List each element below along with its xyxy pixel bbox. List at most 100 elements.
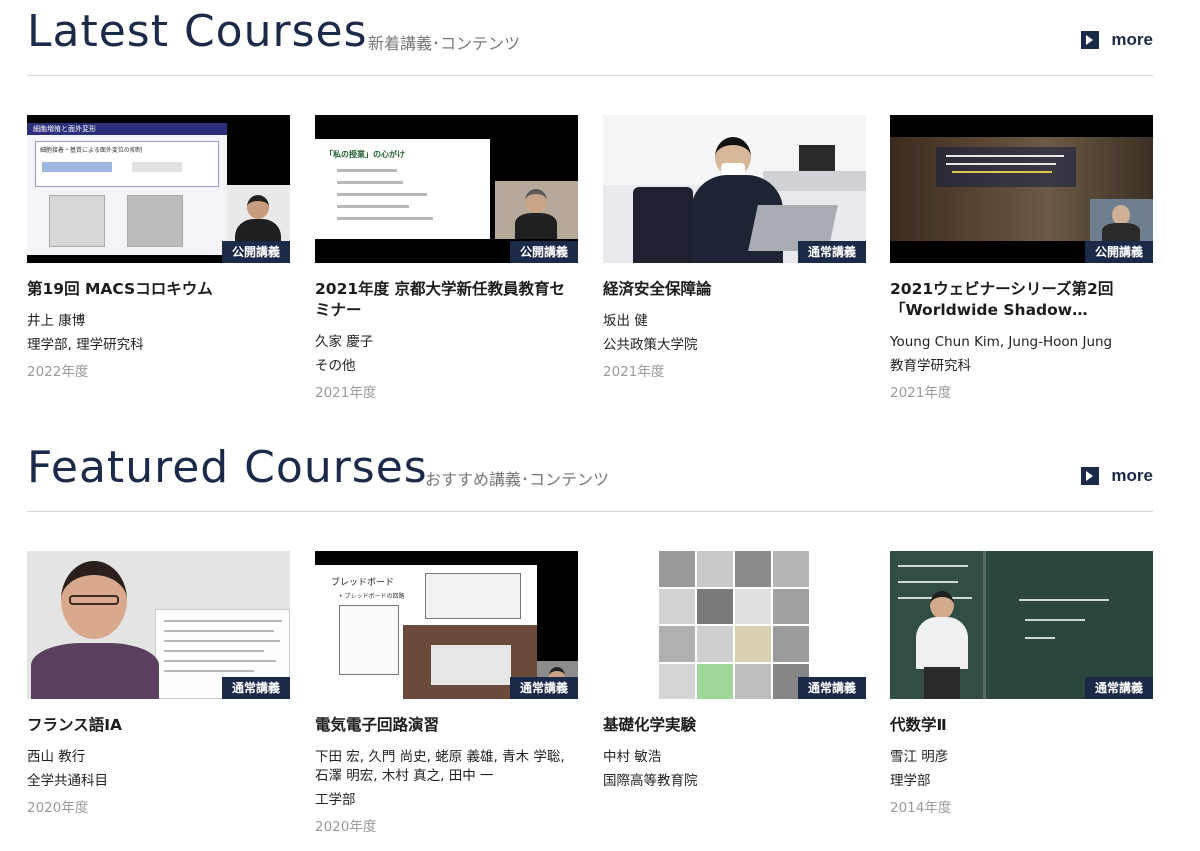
featured-courses-subtitle: おすすめ講義･コンテンツ	[425, 470, 610, 489]
course-card[interactable]: ブレッドボード • ブレッドボードの回路 通常講義 電気電子回路演習 下田 宏,…	[315, 551, 578, 837]
chalk-line	[1025, 637, 1055, 639]
slide-text-line	[164, 650, 264, 652]
slide-text-line	[164, 670, 254, 672]
circuit-diagram	[339, 605, 399, 675]
course-title[interactable]: 経済安全保障論	[603, 279, 866, 300]
speaker-body	[31, 643, 159, 699]
course-department: 公共政策大学院	[603, 337, 698, 353]
course-card[interactable]: 通常講義 フランス語ⅠA 西山 教行 全学共通科目 2020年度	[27, 551, 290, 818]
course-title[interactable]: 電気電子回路演習	[315, 715, 578, 736]
latest-courses-title: Latest Courses	[27, 6, 368, 57]
simulation-image	[49, 195, 105, 247]
course-lecturer: 雪江 明彦	[890, 749, 949, 765]
slide-box-text: 細胞接着・基質による面外変位の抑制	[40, 147, 142, 154]
course-card[interactable]: 「私の授業」の心がけ 公開講義 2021年度 京都大学新任教員教育セミナー 久家…	[315, 115, 578, 403]
glasses	[69, 595, 119, 605]
course-thumbnail[interactable]: 通常講義	[890, 551, 1153, 699]
course-title[interactable]: 2021ウェビナーシリーズ第2回「Worldwide Shadow Educat…	[890, 279, 1153, 321]
course-thumbnail[interactable]: 通常講義	[603, 115, 866, 263]
speaker-head	[525, 189, 547, 213]
course-lecturer: 坂出 健	[603, 313, 648, 329]
slide-bullet	[337, 169, 397, 172]
course-year: 2020年度	[27, 800, 89, 816]
course-type-badge: 通常講義	[221, 677, 290, 699]
breadboard-diagram	[425, 573, 521, 619]
course-thumbnail[interactable]: ブレッドボード • ブレッドボードの回路 通常講義	[315, 551, 578, 699]
slide-bullet	[337, 217, 433, 220]
speaker-video	[1090, 199, 1153, 241]
slide-heading: 細胞増殖と面外変形	[27, 123, 227, 135]
course-lecturer: 中村 敏浩	[603, 749, 662, 765]
experiment-photo-grid	[659, 551, 809, 699]
lecture-slide: ブレッドボード • ブレッドボードの回路	[315, 565, 537, 699]
course-type-badge: 公開講義	[509, 241, 578, 263]
lecturer-head	[930, 591, 954, 619]
course-title[interactable]: フランス語ⅠA	[27, 715, 290, 736]
slide-bullet	[337, 181, 403, 184]
course-card[interactable]: 通常講義 基礎化学実験 中村 敏浩 国際高等教育院	[603, 551, 866, 799]
face-mask	[721, 163, 745, 175]
latest-more-link[interactable]: more	[1081, 30, 1153, 50]
featured-courses-section: Featured Courses おすすめ講義･コンテンツ more 通常講義 …	[27, 436, 1153, 835]
course-type-badge: 通常講義	[797, 241, 866, 263]
desk	[763, 171, 866, 191]
course-thumbnail[interactable]: 通常講義	[603, 551, 866, 699]
latest-courses-section: Latest Courses 新着講義･コンテンツ more 細胞増殖と面外変形…	[27, 0, 1153, 401]
chair	[633, 187, 693, 263]
course-department: 教育学研究科	[890, 358, 971, 374]
course-year: 2014年度	[890, 800, 952, 816]
chalk-line	[898, 565, 968, 567]
course-year: 2021年度	[315, 385, 377, 401]
course-year: 2021年度	[603, 364, 665, 380]
course-lecturer: 久家 慶子	[315, 334, 374, 350]
slide-text-line	[164, 630, 274, 632]
course-card[interactable]: 細胞増殖と面外変形 細胞接着・基質による面外変位の抑制 公開講義 第19回 MA…	[27, 115, 290, 382]
course-card[interactable]: 通常講義 代数学Ⅱ 雪江 明彦 理学部 2014年度	[890, 551, 1153, 818]
course-type-badge: 通常講義	[797, 677, 866, 699]
course-title[interactable]: 2021年度 京都大学新任教員教育セミナー	[315, 279, 578, 321]
cell-diagram	[42, 162, 112, 172]
webinar-title-panel	[936, 147, 1076, 187]
course-thumbnail[interactable]: 公開講義	[890, 115, 1153, 263]
latest-course-list: 細胞増殖と面外変形 細胞接着・基質による面外変位の抑制 公開講義 第19回 MA…	[27, 115, 1153, 415]
course-title[interactable]: 第19回 MACSコロキウム	[27, 279, 290, 300]
chalk-line	[898, 581, 958, 583]
course-lecturer: 下田 宏, 久門 尚史, 蛯原 義雄, 青木 学聡, 石澤 明宏, 木村 真之,…	[315, 749, 565, 784]
breadboard	[431, 645, 511, 685]
lecturer-legs	[924, 667, 960, 699]
course-type-badge: 通常講義	[509, 677, 578, 699]
chalk-line	[1019, 599, 1109, 601]
featured-course-list: 通常講義 フランス語ⅠA 西山 教行 全学共通科目 2020年度 ブレッドボード…	[27, 551, 1153, 851]
course-department: 全学共通科目	[27, 773, 108, 789]
slide-equation-box: 細胞接着・基質による面外変位の抑制	[35, 141, 219, 187]
course-card[interactable]: 公開講義 2021ウェビナーシリーズ第2回「Worldwide Shadow E…	[890, 115, 1153, 403]
more-link-label: more	[1111, 466, 1153, 485]
course-lecturer: 西山 教行	[27, 749, 86, 765]
course-thumbnail[interactable]: 通常講義	[27, 551, 290, 699]
latest-courses-subtitle: 新着講義･コンテンツ	[368, 34, 521, 53]
slide-text-line	[164, 620, 282, 622]
latest-courses-header: Latest Courses 新着講義･コンテンツ more	[27, 0, 1153, 76]
title-line	[946, 155, 1064, 157]
course-department: 工学部	[315, 792, 356, 808]
course-card[interactable]: 通常講義 経済安全保障論 坂出 健 公共政策大学院 2021年度	[603, 115, 866, 382]
speaker-video	[495, 181, 578, 239]
course-thumbnail[interactable]: 細胞増殖と面外変形 細胞接着・基質による面外変位の抑制 公開講義	[27, 115, 290, 263]
course-thumbnail[interactable]: 「私の授業」の心がけ 公開講義	[315, 115, 578, 263]
course-department: 理学部	[890, 773, 931, 789]
course-year: 2022年度	[27, 364, 89, 380]
slide-heading: ブレッドボード	[331, 578, 395, 588]
lecture-slide: 細胞増殖と面外変形 細胞接着・基質による面外変位の抑制	[27, 123, 227, 255]
slide-text-line	[164, 640, 280, 642]
course-title[interactable]: 基礎化学実験	[603, 715, 866, 736]
speaker-head	[247, 195, 269, 219]
course-department: 理学部, 理学研究科	[27, 337, 144, 353]
course-department: その他	[315, 358, 356, 374]
course-title[interactable]: 代数学Ⅱ	[890, 715, 1153, 736]
simulation-image	[127, 195, 183, 247]
slide-bullet	[337, 193, 427, 196]
chevron-right-icon	[1081, 467, 1100, 485]
featured-courses-header: Featured Courses おすすめ講義･コンテンツ more	[27, 436, 1153, 512]
featured-more-link[interactable]: more	[1081, 466, 1153, 486]
chalk-line	[1025, 619, 1085, 621]
